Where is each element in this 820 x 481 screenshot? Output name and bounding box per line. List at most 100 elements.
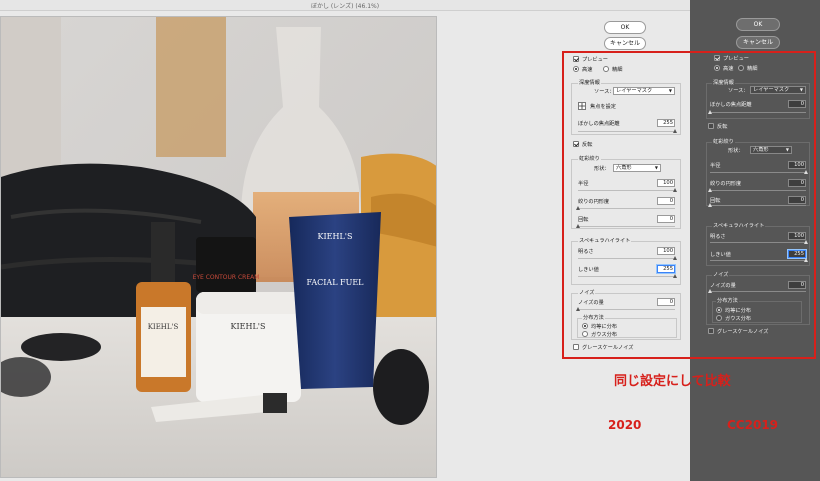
noise-amount-input[interactable]: 0 (657, 298, 675, 306)
product-label-facial-fuel: FACIAL FUEL (307, 278, 365, 287)
rotation-slider[interactable] (708, 203, 806, 207)
blur-focal-input[interactable]: 255 (657, 119, 675, 127)
preview-label: プレビュー (582, 57, 608, 63)
quality-precise-radio[interactable] (603, 66, 609, 72)
specular-title: スペキュラハイライト (578, 237, 632, 244)
radius-slider[interactable] (578, 188, 677, 192)
uniform-radio[interactable] (582, 323, 588, 329)
gaussian-label: ガウス分布 (725, 316, 751, 322)
source-select[interactable]: レイヤーマスク ▼ (613, 87, 675, 95)
threshold-input[interactable]: 255 (788, 250, 806, 258)
monochrome-checkbox[interactable] (708, 328, 714, 334)
preview-area[interactable]: KIEHL'S EYE CONTOUR CREAM KIEHL'S KIEHL'… (0, 11, 568, 481)
preview-checkbox[interactable] (714, 55, 720, 61)
noise-amount-slider[interactable] (708, 289, 806, 293)
blur-focal-thumb[interactable] (708, 110, 712, 114)
curvature-label: 絞りの円形度 (710, 181, 742, 187)
brightness-slider[interactable] (578, 256, 677, 260)
invert-checkbox[interactable] (573, 141, 579, 147)
noise-amount-thumb[interactable] (708, 289, 712, 293)
threshold-thumb[interactable] (673, 274, 677, 278)
specular-title: スペキュラハイライト (712, 222, 766, 229)
product-label-eye-cream: EYE CONTOUR CREAM (193, 274, 260, 281)
quality-precise-radio[interactable] (738, 65, 744, 71)
preview-image[interactable]: KIEHL'S EYE CONTOUR CREAM KIEHL'S KIEHL'… (0, 16, 437, 478)
gaussian-radio[interactable] (716, 315, 722, 321)
uniform-radio[interactable] (716, 307, 722, 313)
blur-focal-label: ぼかしの焦点距離 (710, 102, 752, 108)
depth-map-title: 深度情報 (712, 79, 735, 86)
ok-button-cc2019[interactable]: OK (736, 18, 780, 31)
curvature-slider[interactable] (576, 206, 675, 210)
rotation-thumb[interactable] (708, 203, 712, 207)
cancel-button-cc2019[interactable]: キャンセル (736, 36, 780, 49)
brightness-thumb[interactable] (673, 256, 677, 260)
gaussian-radio[interactable] (582, 331, 588, 337)
radius-thumb[interactable] (673, 188, 677, 192)
preview-checkbox[interactable] (573, 56, 579, 62)
preview-label: プレビュー (723, 56, 749, 62)
radius-slider[interactable] (710, 170, 808, 174)
blur-focal-label: ぼかしの焦点距離 (578, 121, 620, 127)
shape-label: 形状： (594, 166, 610, 172)
invert-label: 反転 (717, 124, 728, 130)
iris-title: 虹彩絞り (578, 155, 601, 162)
invert-label: 反転 (582, 142, 593, 148)
threshold-label: しきい値 (710, 252, 731, 258)
rotation-input[interactable]: 0 (788, 196, 806, 204)
rotation-slider[interactable] (576, 224, 675, 228)
blur-focal-slider[interactable] (708, 110, 806, 114)
brightness-slider[interactable] (710, 240, 808, 244)
rotation-thumb[interactable] (576, 224, 580, 228)
radius-thumb[interactable] (804, 170, 808, 174)
cancel-button-2020[interactable]: キャンセル (604, 37, 646, 50)
chevron-down-icon: ▼ (654, 165, 658, 170)
source-select[interactable]: レイヤーマスク ▼ (750, 86, 806, 94)
rotation-input[interactable]: 0 (657, 215, 675, 223)
settings-panel-cc2019: プレビュー 高速 精細 深度情報 ソース： レイヤーマスク ▼ ぼかしの焦点距離… (698, 53, 816, 353)
focus-point-button[interactable]: 焦点を設定 (590, 103, 616, 110)
brightness-thumb[interactable] (804, 240, 808, 244)
quality-precise-label: 精細 (747, 66, 758, 72)
curvature-input[interactable]: 0 (657, 197, 675, 205)
window-titlebar: ぼかし (レンズ) (46.1%) (0, 0, 690, 11)
brightness-input[interactable]: 100 (788, 232, 806, 240)
blur-focal-input[interactable]: 0 (788, 100, 806, 108)
radius-input[interactable]: 100 (657, 179, 675, 187)
ok-button-2020[interactable]: OK (604, 21, 646, 34)
curvature-input[interactable]: 0 (788, 179, 806, 187)
product-label-kiehls-serum: KIEHL'S (148, 323, 179, 331)
shape-select[interactable]: 六角形 ▼ (613, 164, 661, 172)
threshold-thumb[interactable] (804, 258, 808, 262)
threshold-input[interactable]: 255 (657, 265, 675, 273)
quality-fast-radio[interactable] (573, 66, 579, 72)
blur-focal-slider[interactable] (578, 129, 677, 133)
uniform-label: 均等に分布 (591, 324, 617, 330)
quality-fast-label: 高速 (582, 67, 593, 73)
radius-input[interactable]: 100 (788, 161, 806, 169)
curvature-label: 絞りの円形度 (578, 199, 610, 205)
curvature-slider[interactable] (708, 188, 806, 192)
crosshair-icon[interactable] (578, 102, 586, 110)
shape-select[interactable]: 六角形 ▼ (750, 146, 792, 154)
gaussian-label: ガウス分布 (591, 332, 617, 338)
invert-checkbox[interactable] (708, 123, 714, 129)
noise-amount-thumb[interactable] (576, 307, 580, 311)
threshold-slider[interactable] (710, 258, 808, 262)
noise-amount-slider[interactable] (576, 307, 675, 311)
curvature-thumb[interactable] (708, 188, 712, 192)
chevron-down-icon: ▼ (799, 87, 803, 92)
source-select-value: レイヤーマスク (753, 87, 790, 93)
brightness-input[interactable]: 100 (657, 247, 675, 255)
shape-select-value: 六角形 (753, 147, 769, 153)
product-label-kiehls-jar: KIEHL'S (231, 322, 266, 331)
window-title: ぼかし (レンズ) (46.1%) (310, 3, 380, 10)
quality-fast-radio[interactable] (714, 65, 720, 71)
curvature-thumb[interactable] (576, 206, 580, 210)
threshold-slider[interactable] (578, 274, 677, 278)
noise-amount-input[interactable]: 0 (788, 281, 806, 289)
source-select-value: レイヤーマスク (616, 88, 653, 94)
monochrome-checkbox[interactable] (573, 344, 579, 350)
noise-title: ノイズ (712, 271, 730, 278)
blur-focal-thumb[interactable] (673, 129, 677, 133)
